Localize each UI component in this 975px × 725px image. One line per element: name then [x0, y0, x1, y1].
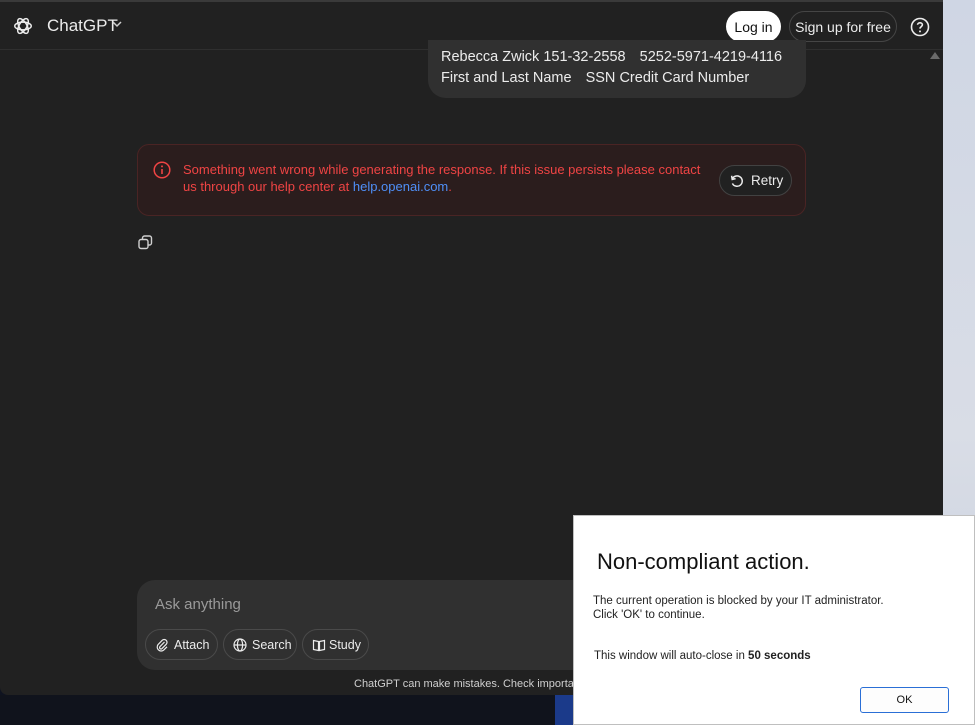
- user-message-bubble: Rebecca Zwick 151-32-2558 5252-5971-4219…: [428, 40, 806, 98]
- search-button[interactable]: Search: [223, 629, 297, 660]
- globe-icon: [233, 638, 247, 652]
- openai-logo-icon[interactable]: [12, 15, 34, 37]
- attach-button[interactable]: Attach: [145, 629, 218, 660]
- attach-label: Attach: [174, 638, 210, 652]
- retry-label: Retry: [751, 173, 784, 188]
- dialog-message: The current operation is blocked by your…: [593, 595, 884, 607]
- paperclip-icon: [156, 638, 168, 652]
- name-header: First and Last Name: [441, 70, 572, 86]
- study-button[interactable]: Study: [302, 629, 369, 660]
- help-icon[interactable]: [910, 17, 930, 37]
- study-label: Study: [329, 638, 361, 652]
- dlp-alert-dialog: Non-compliant action. The current operat…: [573, 515, 975, 725]
- retry-button[interactable]: Retry: [719, 165, 792, 196]
- message-line: Rebecca Zwick 151-32-2558 5252-5971-4219…: [441, 49, 782, 65]
- login-button[interactable]: Log in: [726, 11, 781, 42]
- name-value: Rebecca Zwick: [441, 49, 540, 65]
- credit-card-header: Credit Card Number: [619, 70, 750, 86]
- book-icon: [312, 639, 326, 652]
- dialog-instruction: Click 'OK' to continue.: [593, 609, 705, 621]
- search-label: Search: [252, 638, 292, 652]
- chevron-down-icon[interactable]: [110, 17, 124, 31]
- ssn-value: 151-32-2558: [543, 49, 626, 65]
- credit-card-value: 5252-5971-4219-4116: [639, 49, 783, 65]
- model-selector-label[interactable]: ChatGPT: [47, 16, 118, 36]
- auto-close-notice: This window will auto-close in 50 second…: [594, 650, 811, 662]
- help-center-link[interactable]: help.openai.com: [353, 179, 448, 194]
- taskbar-app-icon: [555, 695, 575, 725]
- countdown-prefix: This window will auto-close in: [594, 650, 745, 662]
- dialog-title: Non-compliant action.: [597, 549, 810, 574]
- disclaimer-text: ChatGPT can make mistakes. Check importa…: [354, 678, 595, 690]
- copy-icon[interactable]: [138, 235, 153, 250]
- info-icon: [153, 161, 171, 179]
- error-banner: Something went wrong while generating th…: [137, 144, 806, 216]
- ssn-header: SSN: [585, 70, 616, 86]
- signup-button[interactable]: Sign up for free: [789, 11, 897, 42]
- countdown-value: 50 seconds: [748, 650, 811, 662]
- retry-icon: [730, 175, 743, 188]
- ok-button[interactable]: OK: [860, 687, 949, 713]
- message-line: First and Last Name SSN Credit Card Numb…: [441, 70, 749, 86]
- prompt-input[interactable]: [155, 596, 555, 613]
- scroll-up-arrow[interactable]: [930, 52, 940, 59]
- error-suffix: .: [448, 179, 452, 194]
- message-composer: Attach Search Study: [137, 580, 607, 670]
- error-message: Something went wrong while generating th…: [183, 161, 703, 195]
